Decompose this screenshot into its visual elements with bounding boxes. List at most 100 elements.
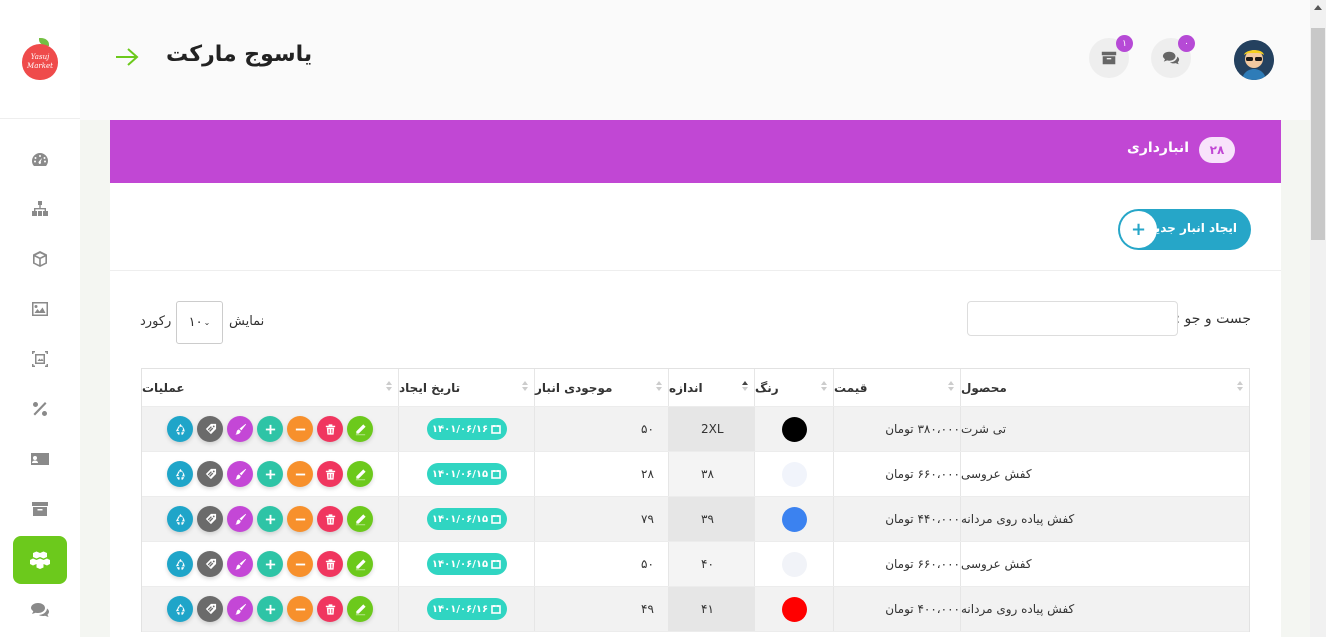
- tag-icon: [205, 603, 216, 614]
- delete-button[interactable]: [317, 416, 343, 442]
- date-badge: ۱۴۰۱/۰۶/۱۶: [426, 598, 507, 620]
- sidebar-item-products[interactable]: [13, 235, 67, 283]
- decrease-stock-button[interactable]: [287, 416, 313, 442]
- stock-cell: ۵۰: [534, 542, 668, 586]
- barcode-button[interactable]: [197, 506, 223, 532]
- delete-button[interactable]: [317, 506, 343, 532]
- product-cell: تی شرت: [960, 407, 1249, 451]
- size-cell: ۴۱: [668, 587, 754, 631]
- brush-button[interactable]: [227, 461, 253, 487]
- price-cell: ۴۰۰،۰۰۰ تومان: [833, 587, 960, 631]
- arrow-right-icon[interactable]: [114, 46, 140, 68]
- product-cell: کفش عروسی: [960, 452, 1249, 496]
- increase-stock-button[interactable]: [257, 416, 283, 442]
- delete-button[interactable]: [317, 551, 343, 577]
- sitemap-icon: [32, 201, 48, 216]
- minus-icon: [295, 563, 305, 565]
- date-cell: ۱۴۰۱/۰۶/۱۵: [398, 542, 534, 586]
- edit-button[interactable]: [347, 596, 373, 622]
- page-length-select[interactable]: ۱۰ ⌄: [176, 301, 223, 344]
- brush-button[interactable]: [227, 596, 253, 622]
- pencil-icon: [355, 423, 366, 435]
- recycle-button[interactable]: [167, 506, 193, 532]
- table-row: ۱۴۰۱/۰۶/۱۵ ۵۰ ۴۰ ۶۶۰،۰۰۰ تومان کفش عروسی: [142, 542, 1249, 587]
- column-header-product[interactable]: محصول: [960, 369, 1249, 406]
- sidebar-item-discounts[interactable]: [13, 385, 67, 433]
- recycle-button[interactable]: [167, 596, 193, 622]
- count-badge: ۲۸: [1199, 137, 1235, 163]
- search-input[interactable]: [967, 301, 1178, 336]
- app-logo[interactable]: Yasuj Market: [22, 38, 58, 82]
- operations-cell: [142, 587, 398, 631]
- avatar-image: [1234, 40, 1274, 80]
- increase-stock-button[interactable]: [257, 461, 283, 487]
- pencil-icon: [355, 468, 366, 480]
- increase-stock-button[interactable]: [257, 596, 283, 622]
- barcode-button[interactable]: [197, 461, 223, 487]
- scroll-up-arrow[interactable]: [1314, 5, 1322, 10]
- inventory-table: عملیات تاریخ ایجاد موجودی انبار اندازه ر…: [141, 368, 1250, 632]
- sidebar-item-inventory[interactable]: [13, 536, 67, 584]
- sidebar-item-comments[interactable]: [13, 586, 67, 634]
- decrease-stock-button[interactable]: [287, 551, 313, 577]
- table-row: ۱۴۰۱/۰۶/۱۶ ۵۰ 2XL ۳۸۰،۰۰۰ تومان تی شرت: [142, 407, 1249, 452]
- edit-button[interactable]: [347, 461, 373, 487]
- sidebar-item-categories[interactable]: [13, 185, 67, 233]
- delete-button[interactable]: [317, 461, 343, 487]
- table-body: ۱۴۰۱/۰۶/۱۶ ۵۰ 2XL ۳۸۰،۰۰۰ تومان تی شرت ۱…: [142, 407, 1249, 632]
- operations-cell: [142, 452, 398, 496]
- edit-button[interactable]: [347, 551, 373, 577]
- messages-button[interactable]: ۰: [1151, 35, 1195, 78]
- size-cell: ۴۰: [668, 542, 754, 586]
- column-header-date[interactable]: تاریخ ایجاد: [398, 369, 534, 406]
- sidebar-item-banners[interactable]: [13, 335, 67, 383]
- sidebar-item-archive[interactable]: [13, 485, 67, 533]
- barcode-button[interactable]: [197, 551, 223, 577]
- minus-icon: [295, 428, 305, 430]
- column-header-color[interactable]: رنگ: [754, 369, 833, 406]
- increase-stock-button[interactable]: [257, 551, 283, 577]
- scroll-thumb[interactable]: [1311, 28, 1325, 240]
- inbox-button[interactable]: ۱: [1089, 35, 1133, 78]
- barcode-button[interactable]: [197, 416, 223, 442]
- sidebar-item-users[interactable]: [13, 435, 67, 483]
- percent-icon: [33, 402, 47, 416]
- sidebar-item-dashboard[interactable]: [13, 136, 67, 184]
- create-warehouse-label: ایجاد انبار جدید: [1148, 221, 1237, 235]
- sort-icon: [948, 381, 954, 393]
- recycle-icon: [175, 423, 185, 435]
- sidebar-item-media[interactable]: [13, 285, 67, 333]
- edit-button[interactable]: [347, 506, 373, 532]
- column-header-operations[interactable]: عملیات: [142, 369, 398, 406]
- create-warehouse-button[interactable]: + ایجاد انبار جدید: [1118, 209, 1251, 250]
- recycle-button[interactable]: [167, 461, 193, 487]
- trash-icon: [325, 603, 335, 615]
- product-cell: کفش عروسی: [960, 542, 1249, 586]
- recycle-button[interactable]: [167, 416, 193, 442]
- column-header-size[interactable]: اندازه: [668, 369, 754, 406]
- barcode-button[interactable]: [197, 596, 223, 622]
- panel-header: انبارداری ۲۸: [110, 120, 1281, 183]
- recycle-button[interactable]: [167, 551, 193, 577]
- sort-icon: [1237, 381, 1243, 393]
- pencil-icon: [355, 513, 366, 525]
- brush-button[interactable]: [227, 506, 253, 532]
- tag-icon: [205, 558, 216, 569]
- inventory-panel: انبارداری ۲۸ + ایجاد انبار جدید جست و جو…: [110, 120, 1281, 637]
- delete-button[interactable]: [317, 596, 343, 622]
- trash-icon: [325, 558, 335, 570]
- column-header-stock[interactable]: موجودی انبار: [534, 369, 668, 406]
- increase-stock-button[interactable]: [257, 506, 283, 532]
- avatar[interactable]: [1234, 40, 1274, 80]
- color-cell: [754, 407, 833, 451]
- operations-cell: [142, 407, 398, 451]
- brush-button[interactable]: [227, 551, 253, 577]
- decrease-stock-button[interactable]: [287, 461, 313, 487]
- scrollbar[interactable]: [1310, 0, 1326, 637]
- calendar-icon: [491, 425, 501, 434]
- decrease-stock-button[interactable]: [287, 596, 313, 622]
- decrease-stock-button[interactable]: [287, 506, 313, 532]
- brush-button[interactable]: [227, 416, 253, 442]
- edit-button[interactable]: [347, 416, 373, 442]
- column-header-price[interactable]: قیمت: [833, 369, 960, 406]
